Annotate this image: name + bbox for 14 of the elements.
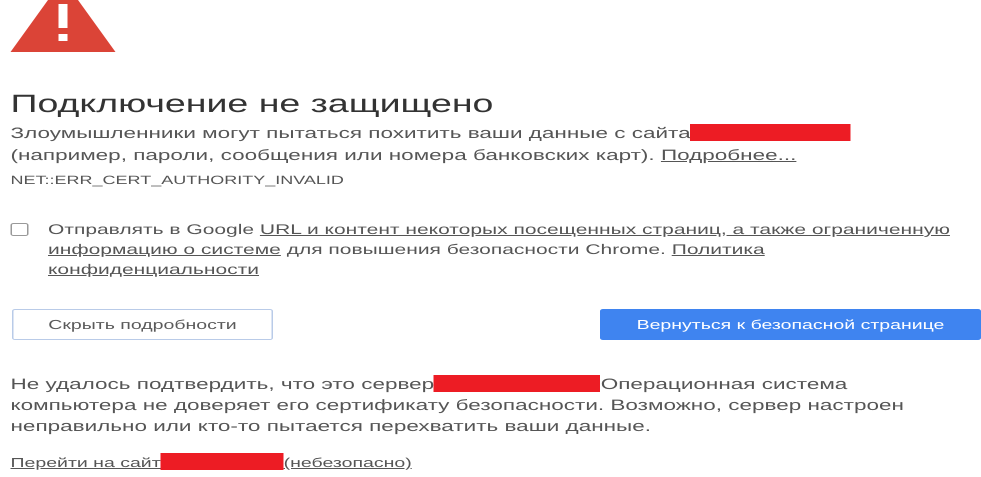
policy-link[interactable]: информацию о системе <box>48 241 281 257</box>
learn-more-link[interactable]: Подробнее... <box>660 147 796 164</box>
page-heading: Подключение не защищено <box>10 89 494 119</box>
hide-details-button[interactable]: Скрыть подробности <box>12 309 273 340</box>
checkbox[interactable] <box>10 223 28 236</box>
policy-link[interactable]: Политика <box>672 241 765 257</box>
error-code: NET::ERR_CERT_AUTHORITY_INVALID <box>10 172 345 189</box>
details-text: Не удалось подтвердить, что это сервер Операционная система компьютера не доверяет его сертификату безопасности. Возможно, сервер настроен неправильно или кто-то пытается перехватить ваши данные. <box>10 374 905 437</box>
policy-link[interactable]: URL и контент некоторых посещенных страниц, а также ограниченную <box>260 221 950 237</box>
policy-link[interactable]: конфиденциальности <box>48 261 259 277</box>
warning-message: Злоумышленники могут пытаться похитить ваши данные с сайта (например, пароли, сообщения или номера банковских карт). Подробнее... <box>10 123 970 167</box>
opt-in-text: Отправлять в Google URL и контент некоторых посещенных страниц, а также ограниченную информацию о системе для повышения безопасности Chrome. Политика конфиденциальности <box>48 220 950 279</box>
proceed-link[interactable]: Перейти на сайт (небезопасно) <box>10 455 412 470</box>
back-to-safety-button[interactable]: Вернуться к безопасной странице <box>600 309 981 340</box>
